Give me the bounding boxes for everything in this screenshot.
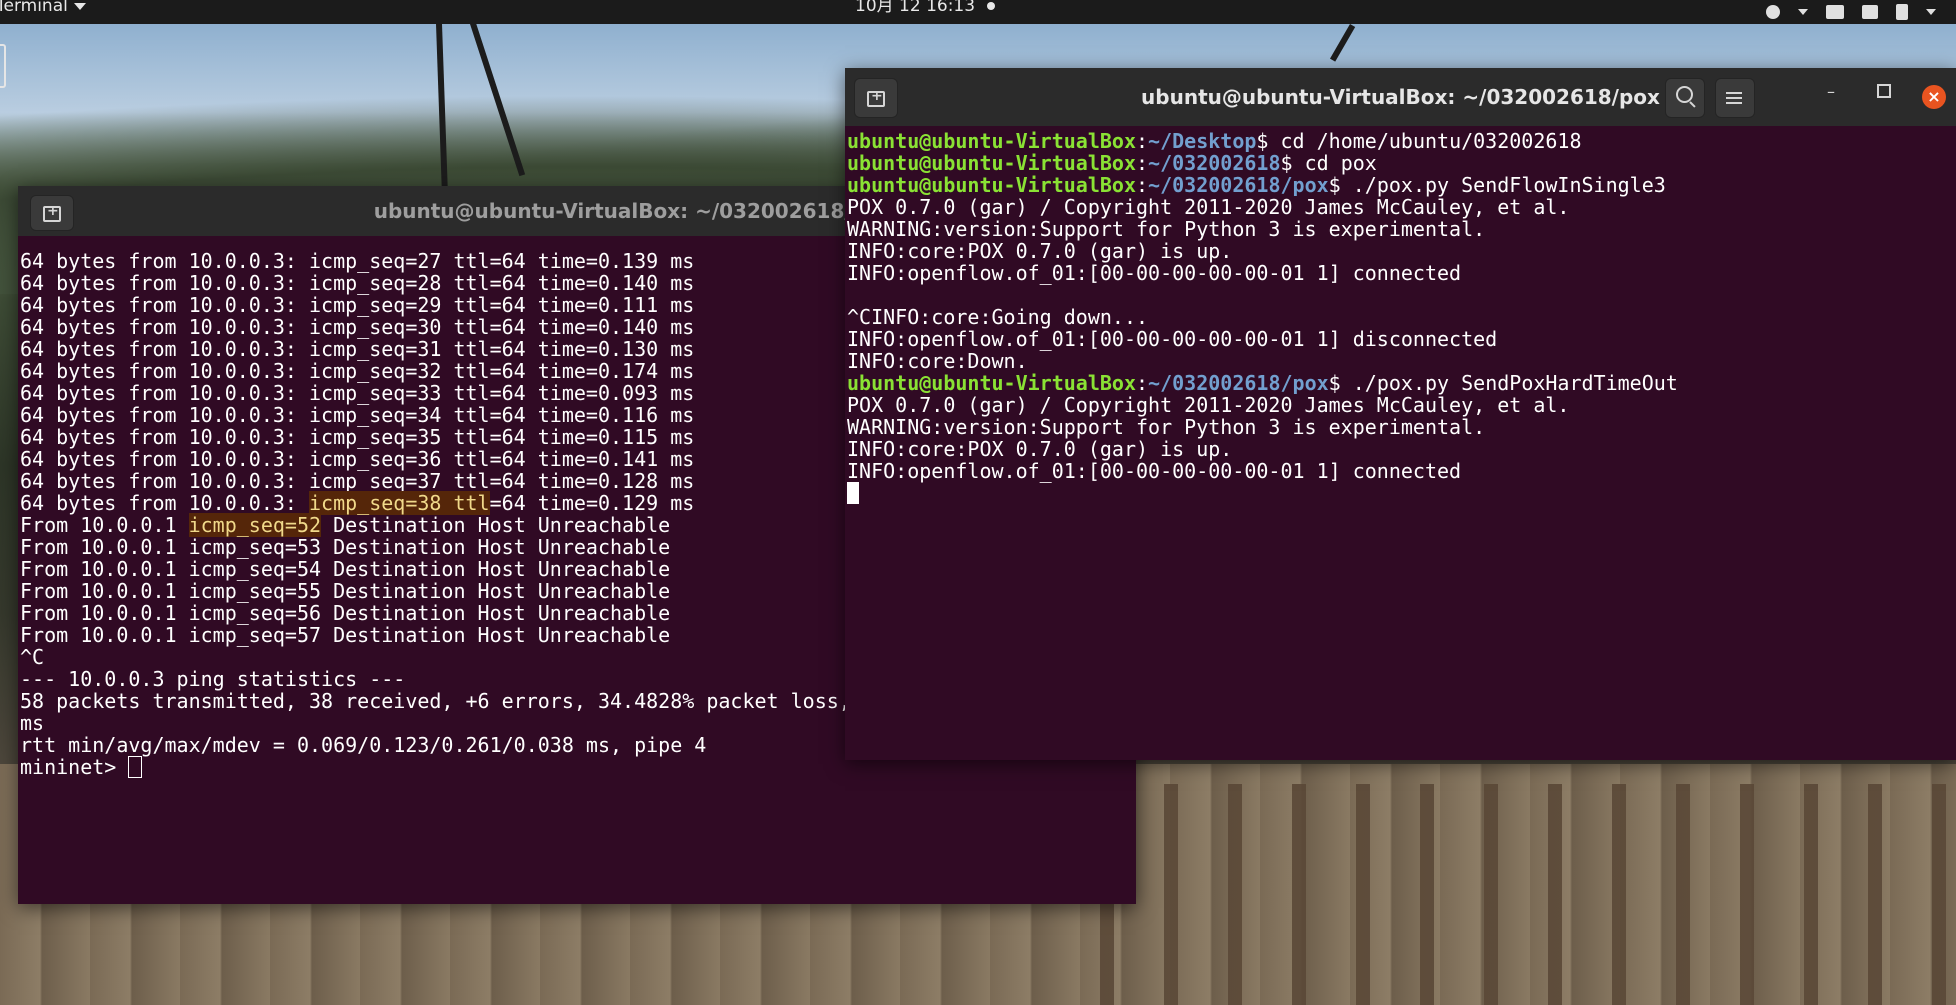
prompt-path: ~/032002618 (1148, 151, 1281, 175)
output-line: WARNING:version:Support for Python 3 is … (847, 217, 1486, 241)
system-tray[interactable] (1766, 0, 1956, 24)
line-text: From 10.0.0.1 (20, 513, 189, 537)
prompt-user: ubuntu@ubuntu-VirtualBox (847, 173, 1136, 197)
chevron-down-icon (1926, 9, 1936, 15)
output-line: INFO:openflow.of_01:[00-00-00-00-00-01 1… (847, 459, 1462, 483)
minimize-button[interactable]: – (1827, 82, 1835, 101)
desktop-home-icon[interactable] (0, 44, 6, 88)
terminal-output[interactable]: ubuntu@ubuntu-VirtualBox:~/Desktop$ cd /… (845, 130, 1956, 760)
pox-output-lines: POX 0.7.0 (gar) / Copyright 2011-2020 Ja… (847, 394, 1956, 482)
command-text: $ cd /home/ubuntu/032002618 (1256, 130, 1582, 153)
output-line: ^CINFO:core:Going down... (847, 305, 1149, 329)
prompt-user: ubuntu@ubuntu-VirtualBox (847, 130, 1136, 153)
output-line: POX 0.7.0 (gar) / Copyright 2011-2020 Ja… (847, 195, 1570, 219)
highlighted-match: icmp_seq=38 ttl (308, 491, 490, 515)
top-bar: Terminal 10月 12 16:13 (0, 0, 1956, 24)
text-cursor (128, 756, 143, 778)
wallpaper-cable (1330, 24, 1356, 62)
clock[interactable]: 10月 12 16:13 (855, 0, 996, 18)
new-tab-button[interactable] (30, 195, 74, 231)
prompt-user: ubuntu@ubuntu-VirtualBox (847, 371, 1136, 395)
terminal-window-pox[interactable]: ubuntu@ubuntu-VirtualBox: ~/032002618/po… (845, 68, 1956, 760)
pox-output-lines: POX 0.7.0 (gar) / Copyright 2011-2020 Ja… (847, 196, 1956, 372)
output-line: INFO:core:Down. (847, 349, 1028, 373)
app-menu-label: Terminal (0, 0, 68, 16)
prompt-user: ubuntu@ubuntu-VirtualBox (847, 151, 1136, 175)
chevron-down-icon (1798, 9, 1808, 15)
minimize-icon: – (1827, 82, 1835, 101)
output-line: INFO:openflow.of_01:[00-00-00-00-00-01 1… (847, 327, 1498, 351)
line-text: 64 bytes from 10.0.0.3: (20, 491, 309, 515)
search-icon (1676, 86, 1693, 103)
command-line: ubuntu@ubuntu-VirtualBox:~/032002618/pox… (847, 173, 1666, 197)
titlebar[interactable]: ubuntu@ubuntu-VirtualBox: ~/032002618/po… (845, 68, 1956, 126)
close-button[interactable]: × (1922, 85, 1946, 109)
output-line: INFO:core:POX 0.7.0 (gar) is up. (847, 437, 1233, 461)
prompt-path: ~/032002618/pox (1148, 173, 1329, 197)
accessibility-icon (1766, 5, 1780, 19)
output-line: INFO:core:POX 0.7.0 (gar) is up. (847, 239, 1233, 263)
line-text: Destination Host Unreachable (321, 513, 671, 537)
wallpaper-bridge-railing (1100, 784, 1956, 1005)
window-title: ubuntu@ubuntu-VirtualBox: ~/032002618/po… (1141, 85, 1660, 109)
menu-button[interactable] (1715, 78, 1755, 118)
network-icon (1826, 5, 1844, 19)
mininet-prompt: mininet> (20, 755, 129, 779)
battery-icon (1896, 4, 1908, 20)
close-icon: × (1927, 87, 1941, 106)
command-text: $ ./pox.py SendFlowInSingle3 (1328, 173, 1666, 197)
hamburger-menu-icon (1726, 92, 1742, 104)
app-menu[interactable]: Terminal (0, 0, 86, 18)
search-button[interactable] (1665, 78, 1705, 118)
text-cursor (847, 482, 859, 504)
line-text: =64 time=0.129 ms (489, 491, 695, 515)
command-line: ubuntu@ubuntu-VirtualBox:~/Desktop$ cd /… (847, 130, 1582, 153)
command-text: $ ./pox.py SendPoxHardTimeOut (1328, 371, 1678, 395)
chevron-down-icon (73, 2, 86, 10)
command-text: $ cd pox (1280, 151, 1377, 175)
prompt-path: ~/Desktop (1148, 130, 1257, 153)
maximize-button[interactable] (1877, 84, 1891, 98)
new-tab-icon (43, 203, 61, 222)
highlighted-match: icmp_seq=52 (188, 513, 322, 537)
cursor-line[interactable] (847, 482, 1956, 504)
output-line: WARNING:version:Support for Python 3 is … (847, 415, 1486, 439)
clock-label: 10月 12 16:13 (855, 0, 976, 16)
output-line: POX 0.7.0 (gar) / Copyright 2011-2020 Ja… (847, 393, 1570, 417)
prompt-path: ~/032002618/pox (1148, 371, 1329, 395)
output-line: INFO:openflow.of_01:[00-00-00-00-00-01 1… (847, 261, 1462, 285)
command-line: ubuntu@ubuntu-VirtualBox:~/032002618$ cd… (847, 151, 1377, 175)
command-line: ubuntu@ubuntu-VirtualBox:~/032002618/pox… (847, 371, 1678, 395)
notification-dot-icon (987, 2, 996, 10)
volume-icon (1862, 5, 1878, 19)
